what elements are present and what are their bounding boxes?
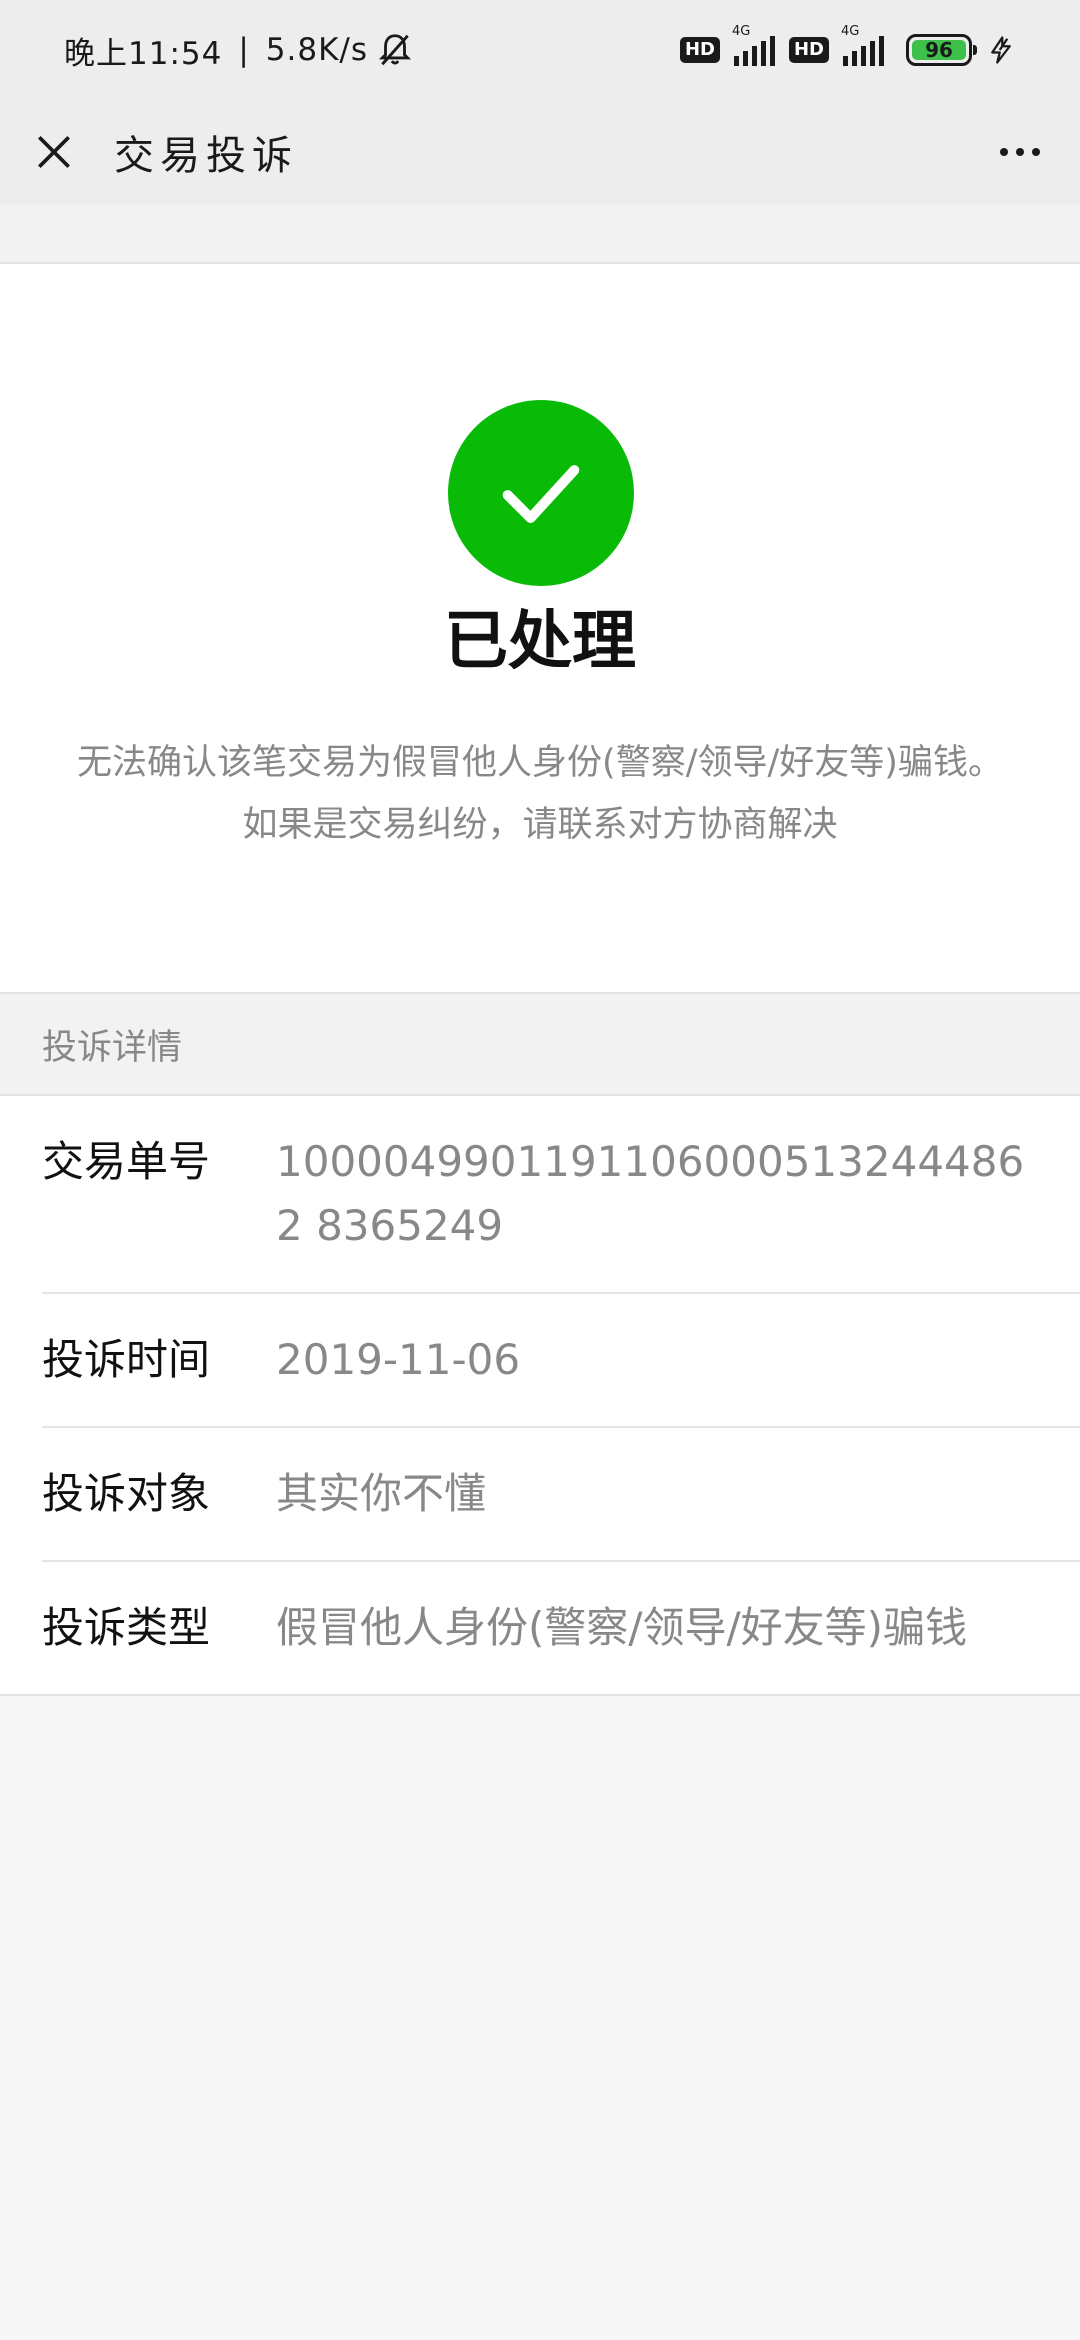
detail-value: 2019-11-06	[276, 1335, 521, 1384]
close-icon	[38, 136, 70, 168]
hd-badge-2: HD	[788, 37, 829, 63]
more-dot-icon	[1000, 148, 1008, 156]
detail-row-complaint-time: 投诉时间 2019-11-06	[42, 1294, 1080, 1428]
top-spacer	[0, 204, 1080, 264]
details-section-header: 投诉详情	[0, 994, 1080, 1096]
status-separator: |	[238, 32, 250, 68]
nav-bar: 交易投诉	[0, 100, 1080, 204]
detail-label: 投诉类型	[42, 1603, 211, 1652]
battery-level: 96	[912, 38, 966, 62]
page-title: 交易投诉	[114, 133, 298, 179]
battery-icon: 96	[906, 34, 977, 66]
result-description: 无法确认该笔交易为假冒他人身份(警察/领导/好友等)骗钱。如果是交易纠纷，请联系…	[77, 743, 1003, 845]
more-dot-icon	[1016, 148, 1024, 156]
detail-value: 10000499011911060005132444862 8365249	[276, 1137, 1025, 1250]
close-button[interactable]	[24, 122, 84, 182]
status-time: 晚上11:54	[64, 35, 223, 72]
hd-badge-1: HD	[679, 37, 720, 63]
result-card: 已处理 无法确认该笔交易为假冒他人身份(警察/领导/好友等)骗钱。如果是交易纠纷…	[0, 264, 1080, 994]
network-type-label-2: 4G	[841, 24, 860, 39]
detail-label: 投诉时间	[42, 1335, 211, 1384]
more-dot-icon	[1032, 148, 1040, 156]
detail-label: 投诉对象	[42, 1469, 211, 1518]
signal-icon-2: 4G	[841, 24, 884, 66]
detail-value: 其实你不懂	[276, 1469, 487, 1518]
result-status-title: 已处理	[444, 605, 636, 679]
detail-label: 交易单号	[42, 1137, 211, 1186]
detail-row-order-number: 交易单号 10000499011911060005132444862 83652…	[42, 1096, 1080, 1294]
detail-value: 假冒他人身份(警察/领导/好友等)骗钱	[276, 1603, 968, 1652]
bell-muted-icon	[378, 34, 412, 66]
app-screen: 晚上11:54 | 5.8K/s HD 4G HD 4G 96 交易投诉 已处理…	[0, 0, 1080, 2340]
success-check-icon	[448, 400, 634, 586]
details-list: 交易单号 10000499011911060005132444862 83652…	[0, 1096, 1080, 1696]
status-bar: 晚上11:54 | 5.8K/s HD 4G HD 4G 96	[0, 0, 1080, 100]
detail-row-complaint-target: 投诉对象 其实你不懂	[42, 1428, 1080, 1562]
detail-row-complaint-type: 投诉类型 假冒他人身份(警察/领导/好友等)骗钱	[42, 1562, 1080, 1694]
status-left: 晚上11:54 | 5.8K/s	[64, 28, 414, 73]
status-right: HD 4G HD 4G 96	[679, 24, 1016, 67]
signal-icon-1: 4G	[732, 24, 775, 66]
charging-icon	[991, 36, 1011, 64]
status-net-speed: 5.8K/s	[265, 32, 369, 68]
more-button[interactable]	[990, 122, 1050, 182]
network-type-label-1: 4G	[731, 24, 751, 39]
